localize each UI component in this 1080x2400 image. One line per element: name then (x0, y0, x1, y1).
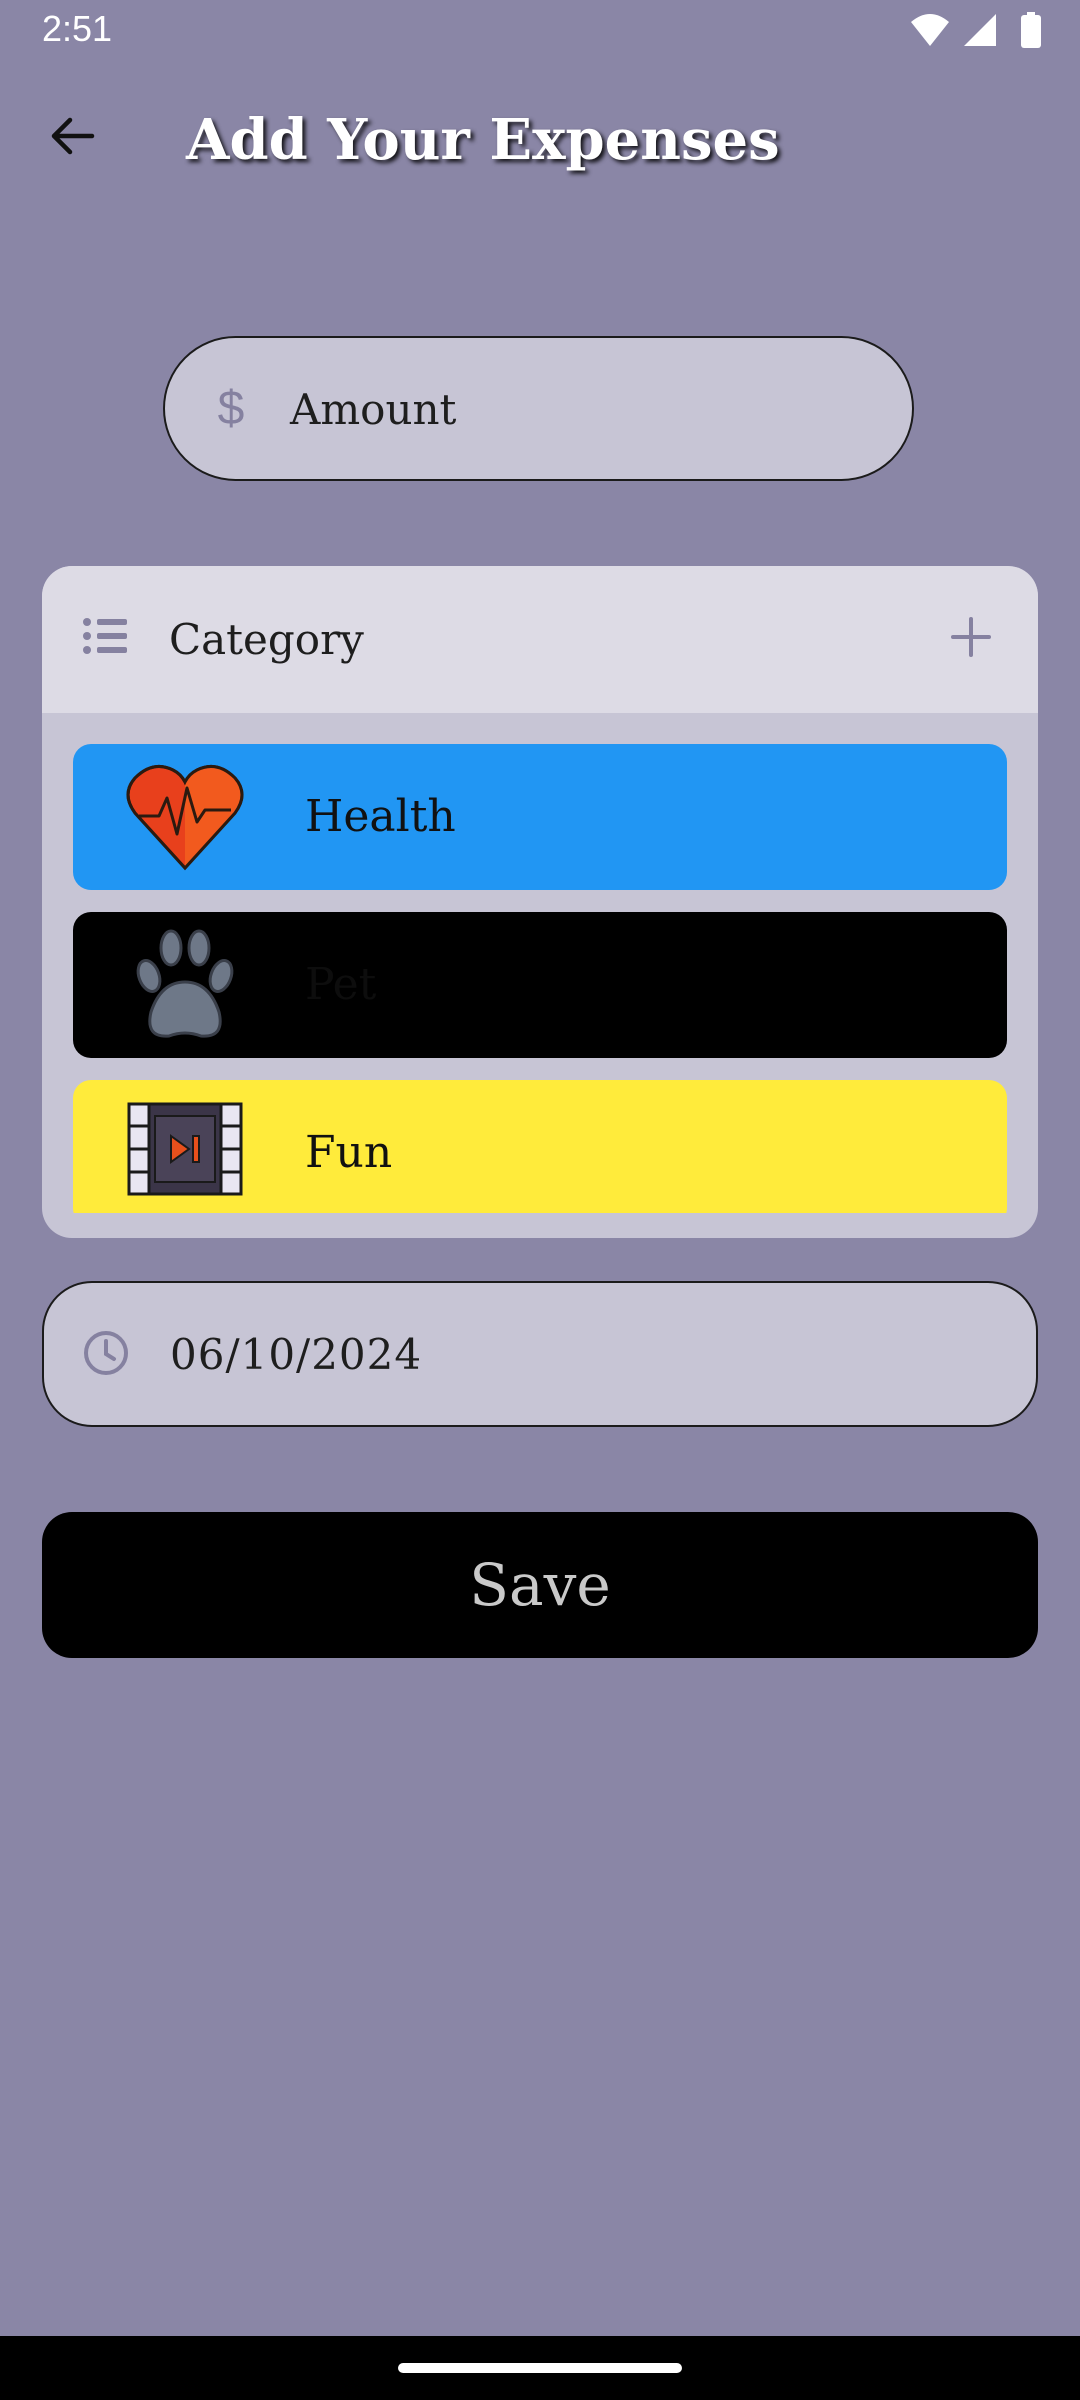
dollar-icon: $ (217, 382, 245, 435)
save-label: Save (469, 1551, 611, 1619)
navigation-bar (0, 2336, 1080, 2400)
arrow-back-icon (51, 117, 95, 155)
category-label: Category (169, 615, 364, 664)
save-button[interactable]: Save (42, 1512, 1038, 1658)
page-title: Add Your Expenses (186, 107, 780, 173)
category-header[interactable]: Category (42, 566, 1038, 713)
category-item-pet[interactable]: Pet (73, 912, 1007, 1058)
film-icon (127, 1102, 243, 1196)
battery-icon (1021, 12, 1041, 48)
status-time: 2:51 (42, 8, 113, 49)
wifi-icon (911, 14, 949, 46)
category-name: Pet (305, 959, 377, 1010)
home-handle[interactable] (398, 2363, 682, 2373)
amount-input[interactable]: $ Amount (163, 336, 914, 481)
signal-icon (964, 14, 996, 46)
date-input[interactable]: 06/10/2024 (42, 1281, 1038, 1427)
paw-icon (136, 929, 234, 1038)
category-name: Fun (305, 1127, 393, 1178)
add-category-icon[interactable] (950, 616, 992, 658)
amount-placeholder: Amount (290, 385, 457, 434)
category-list[interactable]: Health Pet Fun (42, 713, 1038, 1213)
status-bar: 2:51 (0, 0, 1080, 60)
category-card: Category Health Pet Fun (42, 566, 1038, 1238)
category-item-health[interactable]: Health (73, 744, 1007, 890)
category-item-fun[interactable]: Fun (73, 1080, 1007, 1213)
heart-pulse-icon (126, 764, 244, 871)
date-value: 06/10/2024 (170, 1330, 423, 1379)
list-icon (83, 618, 127, 654)
back-button[interactable] (36, 100, 108, 172)
category-name: Health (305, 791, 456, 842)
clock-icon (84, 1331, 128, 1375)
